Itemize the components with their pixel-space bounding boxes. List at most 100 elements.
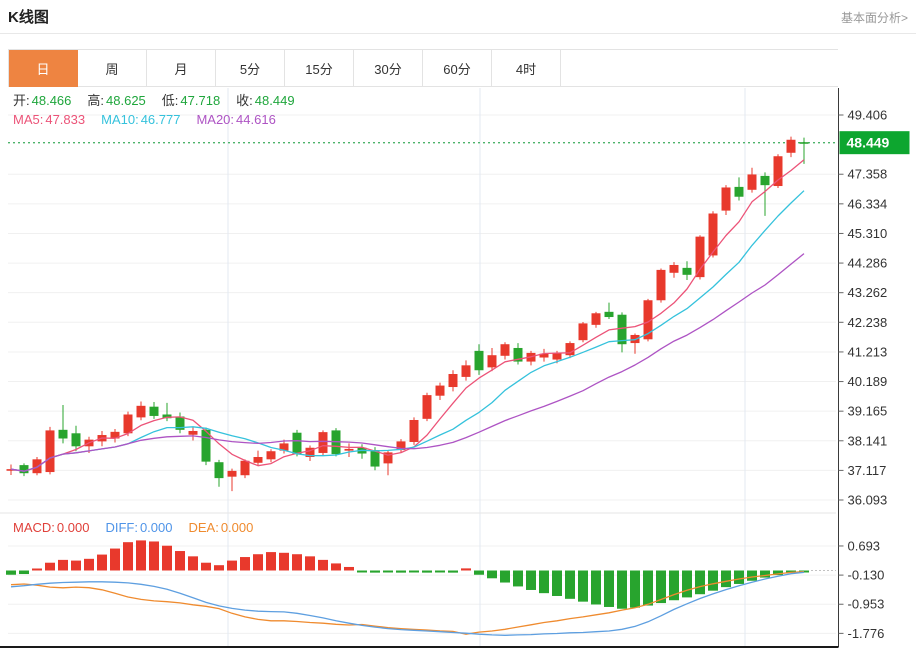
macd-bar [344,567,354,571]
candle-body [579,323,588,340]
price-tick-label: 36.093 [848,493,888,508]
macd-bar [253,554,263,570]
macd-bar [331,563,341,570]
macd-bar [565,571,575,599]
macd-bar [266,552,276,570]
macd-tick-label: -0.953 [848,597,885,612]
price-tick-label: 47.358 [848,167,888,182]
macd-bar [292,554,302,570]
macd-bar [721,571,731,588]
candle-body [319,432,328,453]
candle-body [46,430,55,472]
macd-bar [461,568,471,570]
price-tick-label: 39.165 [848,404,888,419]
candle-body [605,312,614,317]
macd-bar [19,571,29,575]
macd-bar [539,571,549,594]
candle-body [345,449,354,451]
candle-body [774,156,783,186]
candle-body [683,268,692,275]
candle-body [59,430,68,439]
candle-body [254,457,263,463]
macd-bar [643,571,653,606]
macd-bar [578,571,588,602]
macd-bar [318,560,328,571]
macd-bar [682,571,692,598]
macd-bar [617,571,627,609]
price-tick-label: 42.238 [848,315,888,330]
candle-body [670,265,679,273]
kline-page: K线图 基本面分析> 日周月5分15分30分60分4时 49.40647.358… [0,0,916,649]
price-tick-label: 45.310 [848,226,888,241]
candle-body [761,176,770,185]
candle-body [20,465,29,473]
macd-tick-label: -0.130 [848,568,885,583]
macd-bar [357,571,367,573]
candle-body [501,344,510,356]
macd-bar [175,551,185,570]
candle-body [215,462,224,478]
macd-bar [500,571,510,583]
macd-bar [84,559,94,571]
macd-bar [708,571,718,591]
macd-bar [370,571,380,573]
candle-body [553,353,562,360]
candle-body [475,351,484,370]
macd-bar [734,571,744,584]
candle-body [33,459,42,473]
price-tick-label: 38.141 [848,433,888,448]
candle-body [748,174,757,189]
macd-bar [97,555,107,571]
candle-body [241,461,250,475]
candle-body [267,451,276,459]
macd-bar [630,571,640,608]
candle-body [722,187,731,210]
candle-body [436,386,445,396]
ma20-line [11,254,804,472]
candle-body [735,187,744,197]
candle-body [449,374,458,387]
macd-tick-label: 0.693 [848,538,881,553]
candle-body [72,433,81,446]
price-tick-label: 49.406 [848,108,888,123]
candle-body [150,407,159,416]
macd-bar [513,571,523,587]
macd-bar [201,563,211,571]
macd-bar [136,540,146,570]
macd-bar [604,571,614,607]
candle-body [462,365,471,377]
macd-bar [487,571,497,579]
candle-body [709,214,718,256]
candle-body [423,395,432,419]
macd-bar [45,563,55,571]
candle-body [696,237,705,277]
candle-body [124,414,133,433]
macd-bar [591,571,601,605]
macd-bar [240,557,250,570]
kline-chart-canvas[interactable]: 49.40647.35846.33445.31044.28643.26242.2… [0,0,916,649]
candle-body [800,142,809,144]
candle-body [189,431,198,435]
current-price-tag-text: 48.449 [847,135,890,151]
macd-bar [422,571,432,573]
price-tick-label: 41.213 [848,344,888,359]
macd-bar [227,561,237,571]
macd-tick-label: -1.776 [848,626,885,641]
price-tick-label: 44.286 [848,256,888,271]
candle-body [137,406,146,418]
macd-bar [32,569,42,571]
price-tick-label: 40.189 [848,374,888,389]
macd-bar [110,549,120,571]
macd-bar [695,571,705,595]
macd-bar [6,571,16,575]
macd-bar [162,546,172,571]
macd-bar [279,553,289,571]
macd-bar [305,556,315,570]
macd-bar [526,571,536,590]
macd-bar [409,571,419,573]
candle-body [488,355,497,367]
macd-bar [474,571,484,575]
macd-bar [747,571,757,581]
macd-bar [123,542,133,570]
candle-body [410,420,419,442]
